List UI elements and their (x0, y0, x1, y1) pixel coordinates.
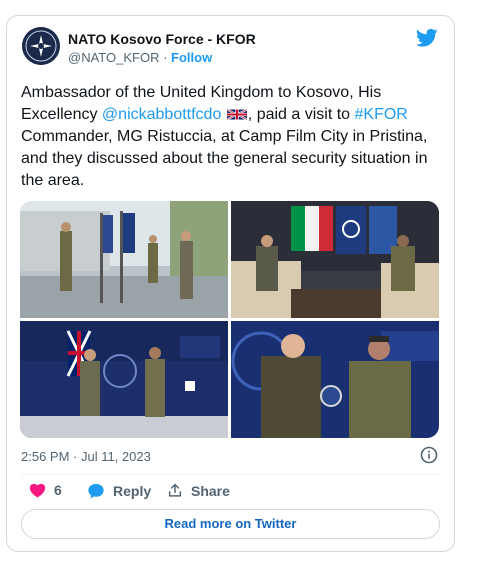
author-handle-row: @NATO_KFOR · Follow (68, 50, 212, 66)
twitter-bird-icon[interactable] (416, 28, 438, 48)
heart-icon (29, 483, 46, 498)
share-icon (168, 483, 182, 497)
reply-bubble-icon (88, 483, 104, 499)
hashtag-link[interactable]: #KFOR (355, 106, 408, 123)
like-button[interactable]: 6 (29, 482, 62, 498)
timestamp[interactable]: 2:56 PM · Jul 11, 2023 (21, 449, 151, 464)
separator-dot: · (163, 50, 168, 65)
tweet-text: Ambassador of the United Kingdom to Koso… (21, 82, 441, 192)
read-more-button[interactable]: Read more on Twitter (21, 509, 440, 539)
tweet-card: NATO Kosovo Force - KFOR @NATO_KFOR · Fo… (6, 15, 455, 552)
photo-2[interactable] (231, 201, 439, 318)
reply-button[interactable]: Reply (87, 482, 151, 500)
photo-1[interactable] (20, 201, 228, 318)
like-count: 6 (54, 482, 62, 498)
author-name[interactable]: NATO Kosovo Force - KFOR (68, 31, 256, 48)
reply-label: Reply (113, 483, 152, 499)
tweet-text-2: , paid a visit to (247, 106, 355, 123)
photo-3[interactable] (20, 321, 228, 438)
avatar[interactable] (22, 27, 60, 65)
mention-link[interactable]: @nickabbottfcdo (102, 106, 221, 123)
author-handle[interactable]: @NATO_KFOR (68, 50, 159, 65)
share-button[interactable]: Share (167, 482, 230, 499)
share-label: Share (191, 482, 230, 499)
tweet-text-3: Commander, MG Ristuccia, at Camp Film Ci… (21, 128, 428, 189)
photo-grid (20, 201, 439, 438)
uk-flag-icon (226, 108, 247, 121)
photo-4[interactable] (231, 321, 439, 438)
divider (21, 474, 440, 475)
follow-button[interactable]: Follow (171, 50, 212, 65)
info-icon[interactable] (420, 446, 438, 464)
